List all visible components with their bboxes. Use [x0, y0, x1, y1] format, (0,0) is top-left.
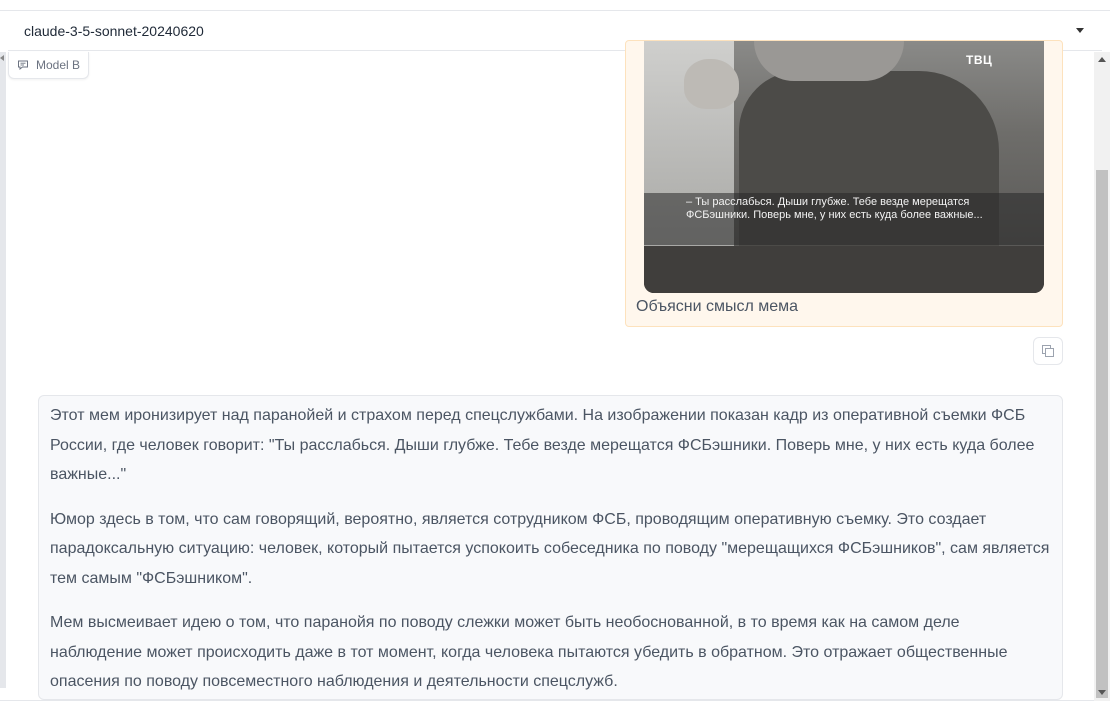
copy-icon — [1042, 345, 1054, 357]
user-message: ТВЦ – Ты расслабься. Дыши глубже. Тебе в… — [625, 40, 1063, 327]
bottom-bar — [0, 701, 1110, 716]
meme-caption: – Ты расслабься. Дыши глубже. Тебе везде… — [686, 196, 983, 221]
chevron-down-icon[interactable] — [1076, 28, 1084, 33]
copy-button[interactable] — [1033, 337, 1063, 365]
bot-paragraph: Юмор здесь в том, что сам говорящий, вер… — [50, 510, 1050, 587]
chat-bubble-icon — [18, 60, 28, 71]
meme-fist — [684, 59, 739, 109]
tv-logo: ТВЦ — [966, 53, 993, 67]
bot-paragraph: Этот мем иронизирует над паранойей и стр… — [50, 407, 1035, 483]
meme-image[interactable]: ТВЦ – Ты расслабься. Дыши глубже. Тебе в… — [644, 41, 1044, 293]
model-label-badge: Model B — [8, 52, 90, 79]
left-scroll-edge — [0, 52, 6, 688]
meme-bottom-bar — [644, 246, 1044, 293]
meme-face — [754, 41, 904, 81]
scroll-up-icon[interactable] — [1098, 57, 1106, 62]
model-label-text: Model B — [36, 58, 81, 72]
scrollbar-thumb[interactable] — [1096, 170, 1108, 698]
bot-message: Этот мем иронизирует над паранойей и стр… — [38, 395, 1063, 700]
scroll-down-icon[interactable] — [1098, 690, 1106, 695]
model-dropdown-value: claude-3-5-sonnet-20240620 — [24, 22, 204, 39]
bot-paragraph: Мем высмеивает идею о том, что паранойя … — [50, 614, 1008, 690]
arrow-left-icon — [0, 55, 4, 61]
vertical-scrollbar[interactable] — [1094, 52, 1110, 701]
user-message-text: Объясни смысл мема — [636, 298, 799, 315]
